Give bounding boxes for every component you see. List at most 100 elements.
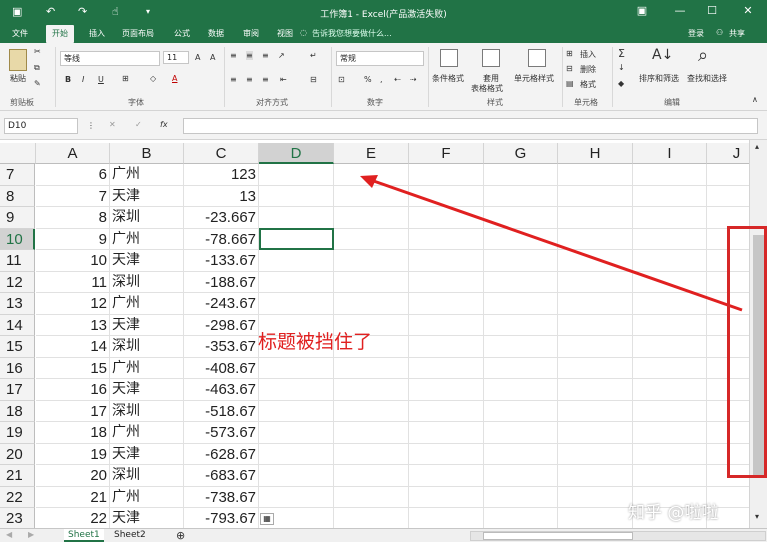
align-left-icon[interactable]: ≡: [230, 75, 237, 84]
font-color-icon[interactable]: A: [172, 74, 177, 83]
number-format-select[interactable]: 常规: [336, 51, 424, 66]
sort-filter-icon[interactable]: A↓: [652, 47, 673, 63]
cut-icon[interactable]: ✂: [34, 47, 41, 56]
format-painter-icon[interactable]: ✎: [34, 79, 41, 88]
collapse-ribbon-icon[interactable]: ∧: [752, 95, 758, 104]
orientation-icon[interactable]: ↗: [278, 51, 285, 60]
conditional-format-icon[interactable]: [440, 49, 458, 67]
format-cells-icon[interactable]: ▤: [566, 79, 574, 88]
paste-icon[interactable]: [9, 49, 27, 71]
title-bar: ▣ ↶ ↷ ☝ ▾ 工作簿1 - Excel(产品激活失败) ▣ — ☐ ✕: [0, 0, 767, 25]
user-icon: ⚇: [716, 28, 724, 37]
prev-sheet-icon[interactable]: ◀: [6, 530, 12, 539]
insert-function-button[interactable]: fx: [160, 120, 168, 129]
tab-page-layout[interactable]: 页面布局: [122, 28, 154, 39]
number-group-label: 数字: [367, 98, 383, 107]
find-select-button[interactable]: 查找和选择: [687, 73, 727, 84]
tab-formulas[interactable]: 公式: [174, 28, 190, 39]
clear-icon[interactable]: ◆: [618, 79, 624, 88]
cancel-entry-button[interactable]: ✕: [109, 120, 116, 129]
ribbon-tabs: 文件 开始 插入 页面布局 公式 数据 审阅 视图 ◌ 告诉我您想要做什么...…: [0, 25, 767, 43]
decrease-decimal-icon[interactable]: ⇢: [410, 75, 417, 84]
insert-cells-button[interactable]: 插入: [580, 49, 596, 60]
minimize-button[interactable]: —: [670, 4, 690, 17]
styles-group-label: 样式: [487, 98, 503, 107]
sheet-tab-sheet2[interactable]: Sheet2: [110, 529, 150, 542]
wrap-text-icon[interactable]: ↵: [310, 51, 317, 60]
tab-data[interactable]: 数据: [208, 28, 224, 39]
tab-insert[interactable]: 插入: [89, 28, 105, 39]
quick-analysis-icon[interactable]: ▦: [260, 513, 274, 525]
underline-button[interactable]: U: [98, 75, 104, 84]
cells-group-label: 单元格: [574, 98, 598, 107]
highlight-box: [727, 226, 767, 478]
borders-icon[interactable]: ⊞: [122, 74, 129, 83]
bold-button[interactable]: B: [65, 75, 71, 84]
cell-styles-button[interactable]: 单元格样式: [514, 73, 554, 84]
watermark: 知乎 @啦啦: [628, 503, 719, 523]
name-box[interactable]: D10: [4, 118, 78, 134]
align-right-icon[interactable]: ≡: [262, 75, 269, 84]
increase-decimal-icon[interactable]: ⇠: [394, 75, 401, 84]
add-sheet-button[interactable]: ⊕: [176, 529, 185, 542]
font-size-select[interactable]: 11: [163, 51, 189, 64]
tell-me-search[interactable]: 告诉我您想要做什么...: [312, 28, 392, 39]
horizontal-scrollbar[interactable]: [470, 531, 766, 541]
align-middle-icon[interactable]: ≡: [246, 51, 253, 60]
tab-review[interactable]: 审阅: [243, 28, 259, 39]
annotation-arrow-icon: [360, 175, 743, 312]
font-grow-icon[interactable]: A: [195, 53, 200, 62]
tab-view[interactable]: 视图: [277, 28, 293, 39]
close-button[interactable]: ✕: [738, 4, 758, 17]
align-bottom-icon[interactable]: ≡: [262, 51, 269, 60]
scroll-up-icon[interactable]: ▴: [755, 142, 759, 151]
format-as-table-line2[interactable]: 表格格式: [471, 83, 503, 94]
sheet-tab-bar: ◀ ▶ Sheet1 Sheet2 ⊕: [0, 528, 767, 542]
copy-icon[interactable]: ⧉: [34, 63, 40, 73]
tab-home[interactable]: 开始: [46, 25, 74, 43]
delete-cells-button[interactable]: 删除: [580, 64, 596, 75]
alignment-group-label: 对齐方式: [256, 98, 288, 107]
clipboard-group-label: 剪贴板: [10, 98, 34, 107]
align-center-icon[interactable]: ≡: [246, 75, 253, 84]
delete-cells-icon[interactable]: ⊟: [566, 64, 573, 73]
login-link[interactable]: 登录: [688, 28, 704, 39]
font-shrink-icon[interactable]: A: [210, 53, 215, 62]
autosum-icon[interactable]: Σ: [618, 47, 625, 60]
align-top-icon[interactable]: ≡: [230, 51, 237, 60]
worksheet-grid: A B C D E F G H I J 7 6 广州 123 8 7 天津 13 9 8 深圳 -23…: [0, 140, 749, 528]
italic-button[interactable]: I: [82, 75, 84, 84]
lightbulb-icon: ◌: [300, 28, 307, 37]
insert-cells-icon[interactable]: ⊞: [566, 49, 573, 58]
fill-icon[interactable]: ↓: [618, 63, 625, 72]
fill-color-icon[interactable]: ◇: [150, 74, 156, 83]
paste-button[interactable]: 粘贴: [10, 73, 26, 84]
conditional-format-button[interactable]: 条件格式: [432, 73, 464, 84]
font-name-select[interactable]: 等线: [60, 51, 160, 66]
horizontal-scrollbar-thumb[interactable]: [483, 532, 633, 540]
merge-center-icon[interactable]: ⊟: [310, 75, 317, 84]
maximize-button[interactable]: ☐: [702, 4, 722, 17]
font-group-label: 字体: [128, 98, 144, 107]
percent-button[interactable]: %: [364, 75, 372, 84]
format-cells-button[interactable]: 格式: [580, 79, 596, 90]
scroll-down-icon[interactable]: ▾: [755, 512, 759, 521]
sort-filter-button[interactable]: 排序和筛选: [639, 73, 679, 84]
formula-bar: D10 ⋮ ✕ ✓ fx: [0, 111, 767, 140]
ribbon: 粘贴 ✂ ⧉ ✎ 剪贴板 等线 11 A A B I U ⊞ ◇ A 字体 ≡ …: [0, 43, 767, 111]
currency-icon[interactable]: ⊡: [338, 75, 345, 84]
indent-icon[interactable]: ⇤: [280, 75, 287, 84]
tab-file[interactable]: 文件: [12, 28, 28, 39]
share-button[interactable]: 共享: [729, 28, 745, 39]
sheet-tab-sheet1[interactable]: Sheet1: [64, 529, 104, 542]
editing-group-label: 编辑: [664, 98, 680, 107]
ribbon-options-button[interactable]: ▣: [632, 4, 652, 17]
find-select-icon[interactable]: ⌕: [698, 45, 708, 66]
formula-bar-grip-icon: ⋮: [87, 121, 95, 130]
cell-styles-icon[interactable]: [528, 49, 546, 67]
comma-button[interactable]: ,: [380, 75, 383, 84]
format-as-table-icon[interactable]: [482, 49, 500, 67]
next-sheet-icon[interactable]: ▶: [28, 530, 34, 539]
formula-input[interactable]: [183, 118, 758, 134]
confirm-entry-button[interactable]: ✓: [135, 120, 142, 129]
